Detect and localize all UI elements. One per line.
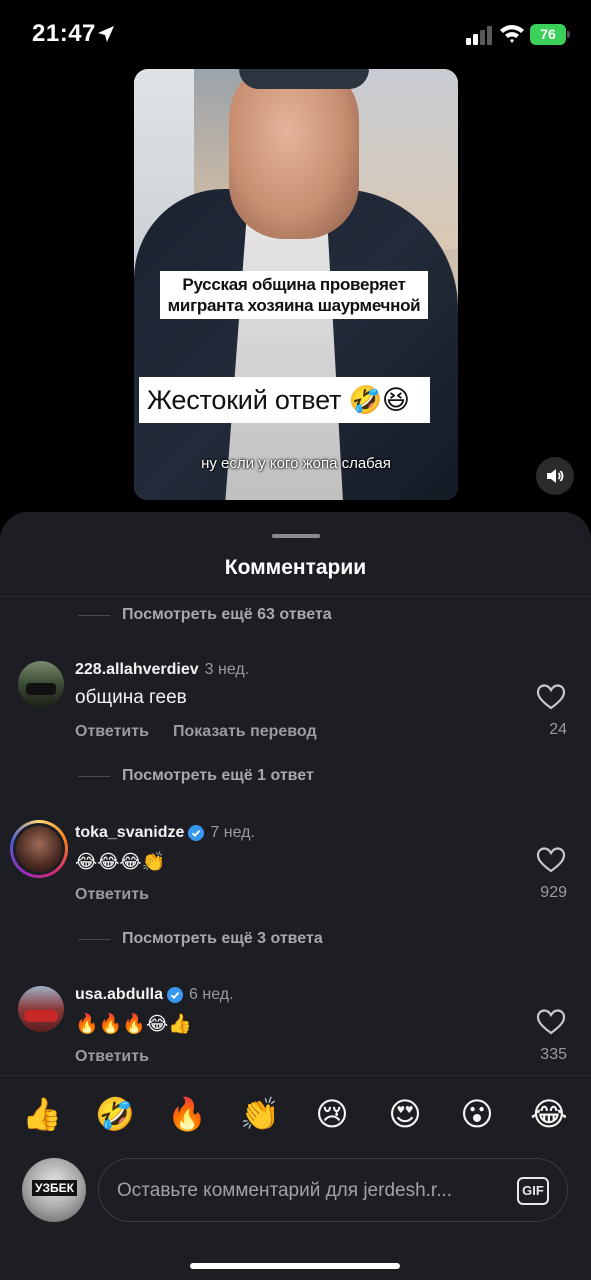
video-caption-top: Русская община проверяет мигранта хозяин… xyxy=(160,271,428,319)
home-indicator xyxy=(190,1263,400,1269)
comment-actions: Ответить xyxy=(75,886,149,904)
view-more-replies-button[interactable]: Посмотреть ещё 63 ответа xyxy=(78,603,332,627)
video-subtitle: ну если у кого жопа слабая xyxy=(201,455,391,472)
comment-age: 7 нед. xyxy=(210,824,255,841)
reply-button[interactable]: Ответить xyxy=(75,1048,149,1066)
status-time: 21:47 xyxy=(32,20,96,47)
volume-button[interactable] xyxy=(536,457,574,495)
comment-actions: Ответить Показать перевод xyxy=(75,723,317,741)
quick-emoji-row: 👍 🤣 🔥 👏 😢 😍 😮 😂 xyxy=(0,1094,591,1134)
speaker-icon xyxy=(547,469,564,483)
view-more-replies-label: Посмотреть ещё 3 ответа xyxy=(122,930,323,947)
video-person-head xyxy=(229,69,359,239)
comment-input[interactable]: Оставьте комментарий для jerdesh.r... GI… xyxy=(98,1158,568,1222)
view-more-replies-label: Посмотреть ещё 1 ответ xyxy=(122,767,314,784)
like-count: 24 xyxy=(549,721,567,738)
comment-item: usa.abdulla 6 нед. 🔥🔥🔥😂👍 Ответить 335 xyxy=(0,986,591,1086)
battery-tip xyxy=(567,31,570,38)
username-text[interactable]: usa.abdulla xyxy=(75,986,163,1004)
status-bar: 21:47 76 xyxy=(0,0,591,66)
verified-badge-icon xyxy=(188,825,205,841)
my-avatar: УЗБЕК xyxy=(22,1158,86,1222)
emoji-tears-of-joy[interactable]: 😂 xyxy=(529,1094,569,1134)
comment-actions: Ответить xyxy=(75,1048,149,1066)
comment-username[interactable]: toka_svanidze 7 нед. xyxy=(75,824,255,842)
emoji-fire[interactable]: 🔥 xyxy=(167,1094,207,1134)
username-text[interactable]: toka_svanidze xyxy=(75,824,184,842)
cellular-signal-icon xyxy=(466,26,492,45)
comment-text: община геев xyxy=(75,687,187,708)
avatar[interactable] xyxy=(10,820,68,878)
comment-age: 3 нед. xyxy=(204,661,250,678)
reply-line xyxy=(78,775,110,777)
like-count: 929 xyxy=(540,884,567,901)
comment-text: 😂😂😂👏 xyxy=(75,852,166,873)
comment-text: 🔥🔥🔥😂👍 xyxy=(75,1014,192,1035)
heart-icon[interactable] xyxy=(536,683,566,711)
avatar[interactable] xyxy=(18,986,64,1032)
comment-username[interactable]: 228.allahverdiev 3 нед. xyxy=(75,661,249,679)
verified-badge-icon xyxy=(167,987,184,1003)
emoji-rofl[interactable]: 🤣 xyxy=(95,1094,135,1134)
sheet-grabber[interactable] xyxy=(272,534,320,538)
emoji-cry[interactable]: 😢 xyxy=(312,1094,352,1134)
avatar-text: УЗБЕК xyxy=(32,1180,77,1196)
view-more-replies-button[interactable]: Посмотреть ещё 1 ответ xyxy=(78,764,314,788)
reply-button[interactable]: Ответить xyxy=(75,723,149,741)
heart-icon[interactable] xyxy=(536,846,566,874)
comment-item: 228.allahverdiev 3 нед. община геев Отве… xyxy=(0,661,591,761)
reply-line xyxy=(78,938,110,940)
sheet-title: Комментарии xyxy=(224,556,367,579)
username-text[interactable]: 228.allahverdiev xyxy=(75,661,199,679)
emoji-surprised[interactable]: 😮 xyxy=(457,1094,497,1134)
divider xyxy=(0,596,591,597)
comment-composer: 👍 🤣 🔥 👏 😢 😍 😮 😂 УЗБЕК Оставьте комментар… xyxy=(0,1075,591,1280)
view-more-replies-button[interactable]: Посмотреть ещё 3 ответа xyxy=(78,927,323,951)
comments-sheet: Комментарии Посмотреть ещё 63 ответа 228… xyxy=(0,512,591,1280)
emoji-clap[interactable]: 👏 xyxy=(240,1094,280,1134)
comment-input-placeholder: Оставьте комментарий для jerdesh.r... xyxy=(117,1180,453,1201)
heart-icon[interactable] xyxy=(536,1008,566,1036)
like-count: 335 xyxy=(540,1046,567,1063)
view-more-replies-label: Посмотреть ещё 63 ответа xyxy=(122,606,332,623)
emoji-thumbs-up[interactable]: 👍 xyxy=(22,1094,62,1134)
video-player[interactable]: Русская община проверяет мигранта хозяин… xyxy=(134,69,458,500)
reply-button[interactable]: Ответить xyxy=(75,886,149,904)
wifi-icon xyxy=(500,25,524,43)
reply-line xyxy=(78,614,110,616)
comment-item: toka_svanidze 7 нед. 😂😂😂👏 Ответить 929 xyxy=(0,820,591,924)
location-arrow-icon xyxy=(98,26,114,42)
battery-indicator: 76 xyxy=(530,24,566,45)
emoji-heart-eyes[interactable]: 😍 xyxy=(385,1094,425,1134)
comment-username[interactable]: usa.abdulla 6 нед. xyxy=(75,986,234,1004)
comment-age: 6 нед. xyxy=(189,986,234,1003)
show-translation-button[interactable]: Показать перевод xyxy=(173,723,317,741)
video-person-hat xyxy=(239,69,369,89)
video-caption-big: Жестокий ответ 🤣😆 xyxy=(139,377,430,423)
avatar[interactable] xyxy=(18,661,64,707)
gif-button[interactable]: GIF xyxy=(517,1177,549,1205)
